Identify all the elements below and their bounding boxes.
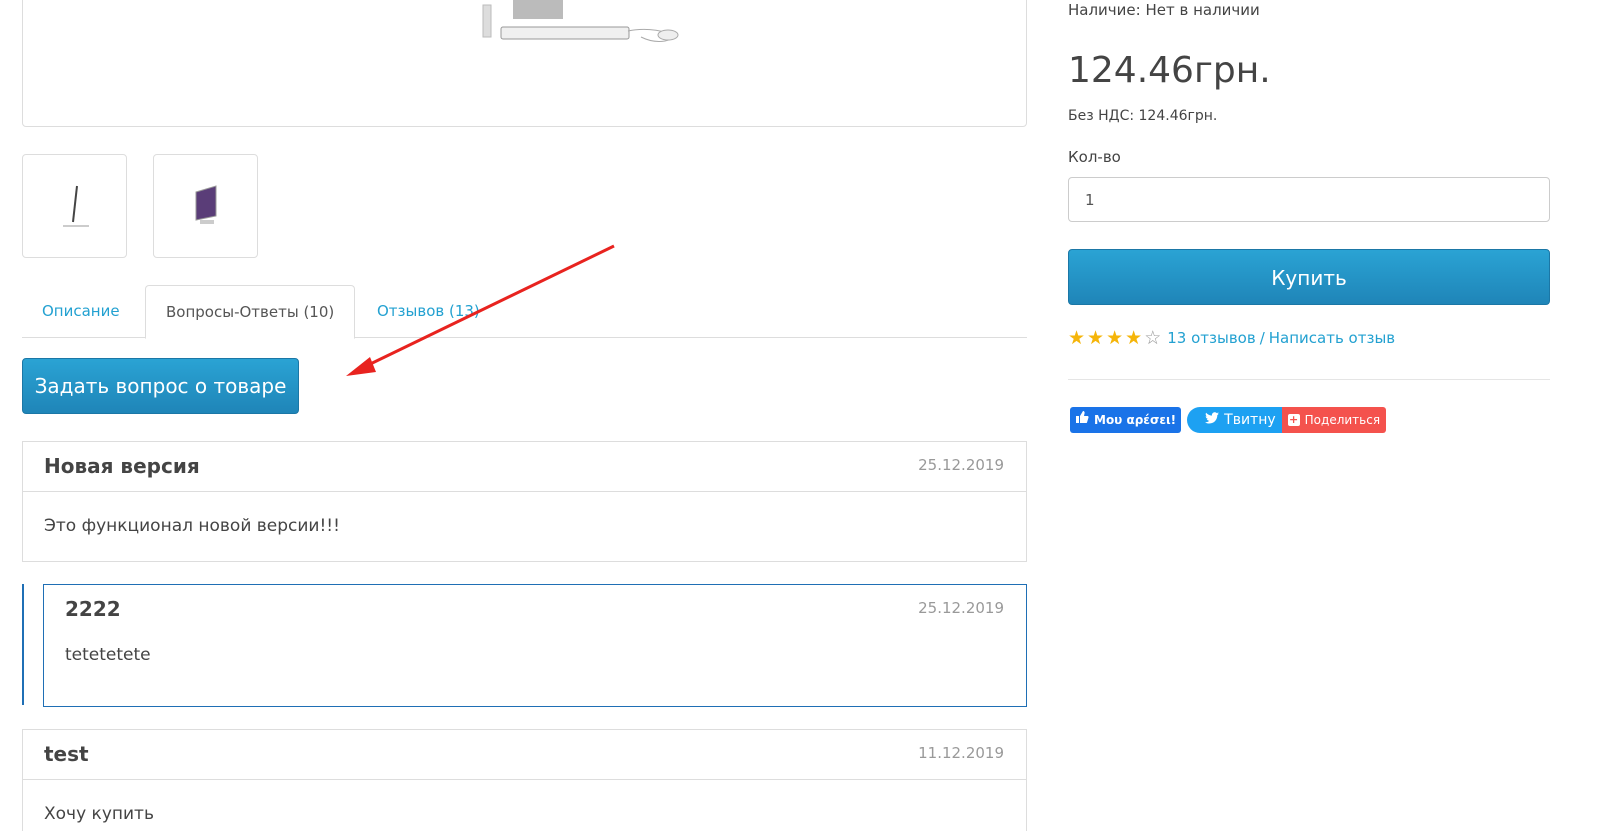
write-review-link[interactable]: Написать отзыв — [1269, 329, 1395, 347]
question-header: Новая версия 25.12.2019 — [23, 442, 1026, 492]
share-button[interactable]: + Поделиться — [1281, 407, 1387, 433]
tab-description[interactable]: Описание — [22, 285, 140, 338]
twitter-tweet-button[interactable]: Твитну — [1187, 407, 1282, 433]
buy-button[interactable]: Купить — [1068, 249, 1550, 305]
tab-questions[interactable]: Вопросы-Ответы (10) — [145, 285, 356, 339]
imac-side-icon — [62, 185, 89, 227]
star-empty-icon: ☆ — [1144, 327, 1162, 349]
answer-card: 2222 25.12.2019 tetetetete — [43, 584, 1027, 707]
twitter-bird-icon — [1205, 407, 1220, 433]
reply-indicator-line — [22, 584, 24, 705]
rating-separator: / — [1259, 329, 1265, 347]
product-tabs: Описание Вопросы-Ответы (10) Отзывов (13… — [22, 285, 1027, 339]
question-body: Хочу купить — [44, 804, 154, 824]
answer-date: 25.12.2019 — [918, 599, 1004, 617]
facebook-like-button[interactable]: Μου αρέσει! — [1070, 407, 1182, 433]
question-header: test 11.12.2019 — [23, 730, 1026, 780]
facebook-like-label: Μου αρέσει! — [1094, 413, 1177, 427]
question-date: 25.12.2019 — [918, 456, 1004, 474]
question-title: test — [44, 742, 89, 766]
answer-title: 2222 — [65, 597, 121, 621]
star-full-icon: ★ — [1125, 327, 1143, 349]
price-without-vat: Без НДС: 124.46грн. — [1068, 108, 1218, 124]
availability-status: Наличие: Нет в наличии — [1068, 1, 1260, 19]
thumbnail-1[interactable] — [22, 154, 127, 258]
product-main-image[interactable] — [22, 0, 1027, 127]
quantity-label: Кол-во — [1068, 148, 1121, 166]
quantity-input[interactable] — [1068, 177, 1550, 222]
product-price: 124.46грн. — [1068, 50, 1271, 91]
star-full-icon: ★ — [1087, 327, 1105, 349]
answer-header: 2222 25.12.2019 — [44, 585, 1026, 631]
ask-question-button[interactable]: Задать вопрос о товаре — [22, 358, 299, 414]
question-body: Это функционал новой версии!!! — [44, 516, 340, 536]
reviews-count-link[interactable]: 13 отзывов — [1167, 329, 1255, 347]
answer-body: tetetetete — [65, 645, 151, 665]
imac-image — [482, 0, 679, 42]
plus-box-icon: + — [1287, 413, 1300, 426]
share-label: Поделиться — [1304, 413, 1381, 427]
star-full-icon: ★ — [1068, 327, 1086, 349]
twitter-tweet-label: Твитну — [1224, 412, 1276, 428]
divider — [1068, 379, 1550, 380]
question-date: 11.12.2019 — [918, 744, 1004, 762]
product-rating: ★ ★ ★ ★ ☆ 13 отзывов / Написать отзыв — [1068, 328, 1395, 348]
question-card: Новая версия 25.12.2019 Это функционал н… — [22, 441, 1027, 562]
thumbs-up-icon — [1075, 407, 1089, 433]
star-full-icon: ★ — [1106, 327, 1124, 349]
imac-front-icon — [195, 185, 216, 224]
tab-reviews[interactable]: Отзывов (13) — [357, 285, 500, 338]
social-share-bar: Μου αρέσει! Твитну + Поделиться — [1070, 407, 1387, 433]
question-card: test 11.12.2019 Хочу купить — [22, 729, 1027, 831]
thumbnail-2[interactable] — [153, 154, 258, 258]
question-title: Новая версия — [44, 454, 200, 478]
